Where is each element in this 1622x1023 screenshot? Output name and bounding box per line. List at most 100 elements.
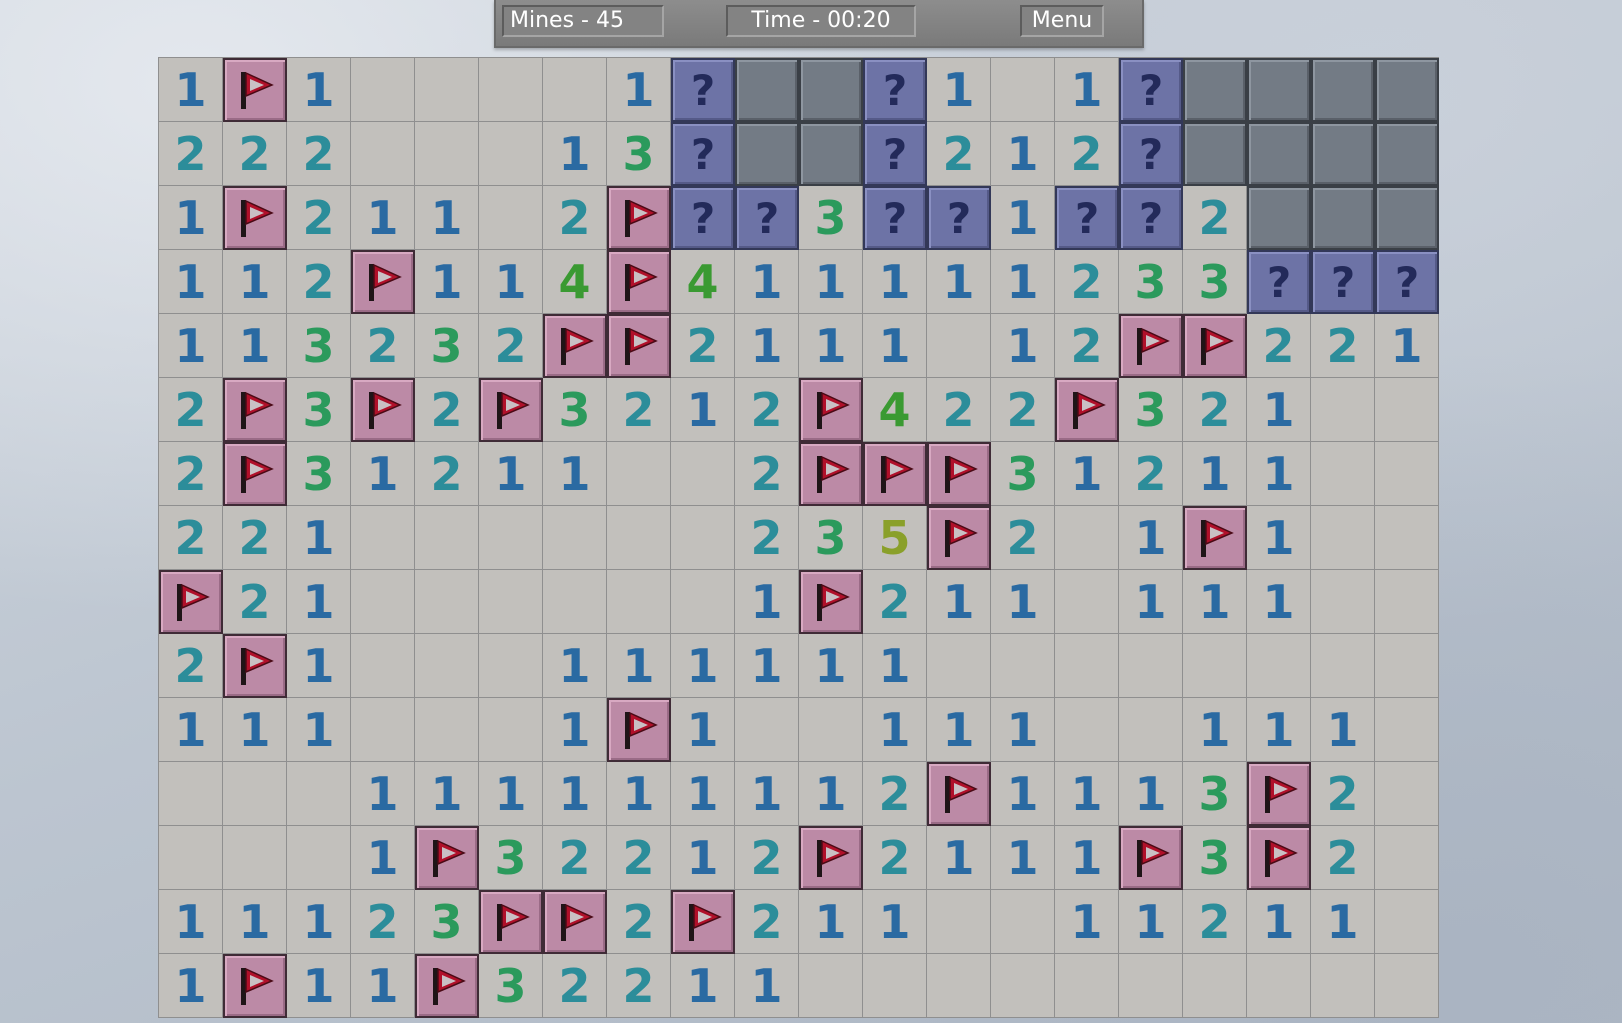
empty-cell[interactable] (415, 122, 479, 186)
flagged-cell[interactable] (159, 570, 223, 634)
empty-cell[interactable] (415, 634, 479, 698)
hidden-cell[interactable] (1311, 186, 1375, 250)
hidden-cell[interactable] (1247, 122, 1311, 186)
hidden-cell[interactable] (1183, 58, 1247, 122)
hidden-cell[interactable] (799, 122, 863, 186)
number-cell[interactable]: 1 (543, 634, 607, 698)
hidden-cell[interactable] (1311, 122, 1375, 186)
empty-cell[interactable] (799, 954, 863, 1018)
flagged-cell[interactable] (927, 506, 991, 570)
empty-cell[interactable] (1311, 570, 1375, 634)
flagged-cell[interactable] (1247, 826, 1311, 890)
number-cell[interactable]: 3 (1183, 762, 1247, 826)
hidden-cell[interactable] (1311, 58, 1375, 122)
number-cell[interactable]: 3 (607, 122, 671, 186)
question-cell[interactable]: ? (1247, 250, 1311, 314)
number-cell[interactable]: 1 (735, 570, 799, 634)
empty-cell[interactable] (479, 58, 543, 122)
hidden-cell[interactable] (735, 58, 799, 122)
hidden-cell[interactable] (1247, 58, 1311, 122)
empty-cell[interactable] (1311, 954, 1375, 1018)
number-cell[interactable]: 2 (159, 378, 223, 442)
number-cell[interactable]: 1 (863, 314, 927, 378)
number-cell[interactable]: 1 (607, 762, 671, 826)
number-cell[interactable]: 1 (991, 698, 1055, 762)
empty-cell[interactable] (1375, 506, 1439, 570)
number-cell[interactable]: 2 (351, 890, 415, 954)
empty-cell[interactable] (1375, 634, 1439, 698)
number-cell[interactable]: 2 (1055, 122, 1119, 186)
number-cell[interactable]: 1 (1375, 314, 1439, 378)
number-cell[interactable]: 1 (287, 506, 351, 570)
question-cell[interactable]: ? (1311, 250, 1375, 314)
number-cell[interactable]: 3 (1119, 250, 1183, 314)
flagged-cell[interactable] (799, 378, 863, 442)
empty-cell[interactable] (479, 186, 543, 250)
number-cell[interactable]: 1 (287, 890, 351, 954)
empty-cell[interactable] (1055, 698, 1119, 762)
number-cell[interactable]: 2 (1183, 890, 1247, 954)
number-cell[interactable]: 3 (287, 314, 351, 378)
empty-cell[interactable] (607, 442, 671, 506)
number-cell[interactable]: 2 (1183, 378, 1247, 442)
number-cell[interactable]: 1 (927, 698, 991, 762)
number-cell[interactable]: 1 (287, 58, 351, 122)
question-cell[interactable]: ? (1119, 58, 1183, 122)
flagged-cell[interactable] (1055, 378, 1119, 442)
flagged-cell[interactable] (1183, 314, 1247, 378)
empty-cell[interactable] (159, 826, 223, 890)
number-cell[interactable]: 1 (159, 186, 223, 250)
number-cell[interactable]: 3 (543, 378, 607, 442)
empty-cell[interactable] (607, 570, 671, 634)
number-cell[interactable]: 1 (1119, 890, 1183, 954)
empty-cell[interactable] (991, 634, 1055, 698)
number-cell[interactable]: 2 (671, 314, 735, 378)
flagged-cell[interactable] (1247, 762, 1311, 826)
number-cell[interactable]: 1 (543, 442, 607, 506)
number-cell[interactable]: 1 (1247, 506, 1311, 570)
number-cell[interactable]: 3 (799, 506, 863, 570)
empty-cell[interactable] (863, 954, 927, 1018)
empty-cell[interactable] (415, 506, 479, 570)
hidden-cell[interactable] (1375, 186, 1439, 250)
number-cell[interactable]: 2 (1183, 186, 1247, 250)
empty-cell[interactable] (927, 890, 991, 954)
number-cell[interactable]: 1 (863, 890, 927, 954)
empty-cell[interactable] (351, 698, 415, 762)
number-cell[interactable]: 2 (159, 634, 223, 698)
empty-cell[interactable] (927, 954, 991, 1018)
number-cell[interactable]: 1 (223, 698, 287, 762)
empty-cell[interactable] (351, 58, 415, 122)
number-cell[interactable]: 1 (1055, 762, 1119, 826)
question-cell[interactable]: ? (863, 122, 927, 186)
hidden-cell[interactable] (735, 122, 799, 186)
number-cell[interactable]: 3 (799, 186, 863, 250)
number-cell[interactable]: 1 (799, 890, 863, 954)
number-cell[interactable]: 1 (1247, 442, 1311, 506)
number-cell[interactable]: 2 (1311, 314, 1375, 378)
empty-cell[interactable] (1055, 570, 1119, 634)
number-cell[interactable]: 1 (799, 250, 863, 314)
number-cell[interactable]: 1 (1247, 378, 1311, 442)
flagged-cell[interactable] (223, 634, 287, 698)
number-cell[interactable]: 1 (735, 314, 799, 378)
number-cell[interactable]: 1 (671, 634, 735, 698)
number-cell[interactable]: 5 (863, 506, 927, 570)
flagged-cell[interactable] (863, 442, 927, 506)
empty-cell[interactable] (1375, 378, 1439, 442)
number-cell[interactable]: 2 (863, 762, 927, 826)
number-cell[interactable]: 1 (159, 314, 223, 378)
number-cell[interactable]: 2 (607, 826, 671, 890)
number-cell[interactable]: 1 (415, 186, 479, 250)
empty-cell[interactable] (479, 506, 543, 570)
empty-cell[interactable] (799, 698, 863, 762)
flagged-cell[interactable] (927, 442, 991, 506)
empty-cell[interactable] (1311, 378, 1375, 442)
number-cell[interactable]: 1 (543, 122, 607, 186)
number-cell[interactable]: 2 (735, 442, 799, 506)
number-cell[interactable]: 1 (1183, 698, 1247, 762)
number-cell[interactable]: 1 (1055, 58, 1119, 122)
empty-cell[interactable] (991, 890, 1055, 954)
empty-cell[interactable] (1055, 634, 1119, 698)
flagged-cell[interactable] (223, 442, 287, 506)
